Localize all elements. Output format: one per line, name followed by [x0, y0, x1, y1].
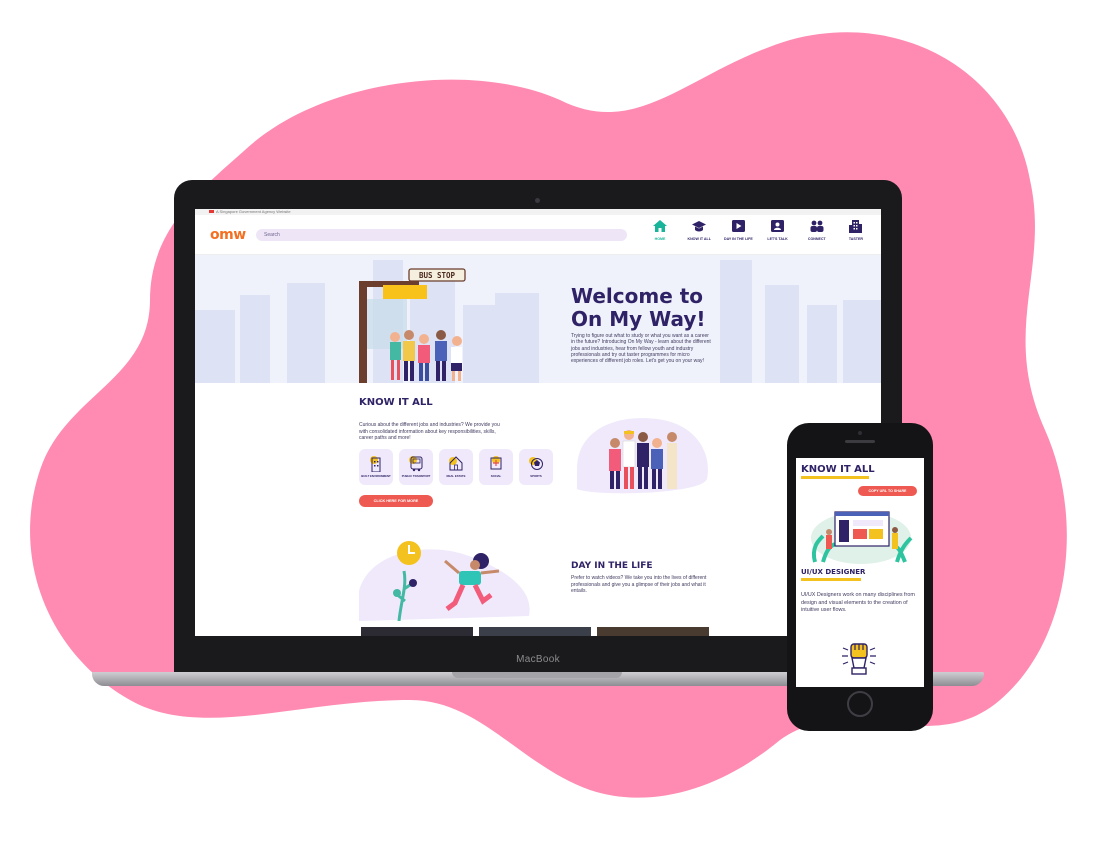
bus-stop-sign-text: BUS STOP	[419, 271, 456, 280]
graduation-cap-icon	[692, 219, 707, 233]
hero-description: Trying to figure out what to study or wh…	[571, 333, 711, 365]
industry-card-social[interactable]: SOCIAL	[479, 449, 513, 485]
hero-banner: BUS STOP Welcome to On My Way! Trying to…	[195, 255, 881, 383]
nav-label: DAY IN THE LIFE	[723, 237, 753, 241]
know-it-all-description: Curious about the different jobs and ind…	[359, 422, 500, 441]
raised-fist-icon	[842, 643, 876, 675]
mockup-stage: A Singapore Government Agency Website om…	[0, 0, 1112, 851]
nav-label: CONNECT	[807, 237, 826, 241]
phone-frame: KNOW IT ALL COPY URL TO SHARE UI/UX DESI…	[787, 423, 933, 731]
nav-item-home[interactable]: HOME	[643, 219, 677, 249]
role-title: UI/UX DESIGNER	[801, 568, 866, 576]
click-here-for-more-button[interactable]: CLICK HERE FOR MORE	[359, 495, 433, 507]
laptop-camera	[535, 198, 540, 203]
ui-designer-illustration	[811, 511, 913, 564]
nav-label: HOME	[654, 237, 666, 241]
phone-speaker	[845, 440, 875, 443]
role-underline	[801, 578, 861, 581]
nav-item-lets-talk[interactable]: LET'S TALK	[761, 219, 795, 249]
bus-icon	[409, 456, 423, 472]
sports-ball-icon	[529, 457, 543, 470]
video-thumbnail[interactable]	[597, 627, 709, 636]
professionals-illustration	[577, 418, 708, 494]
main-nav: HOME KNOW IT ALL DAY IN THE LIFE LET'S T…	[643, 219, 873, 249]
profile-card-icon	[771, 219, 785, 233]
phone-home-button[interactable]	[847, 691, 873, 717]
industry-cards: BUILT ENVIRONMENT PUBLIC TRANSPORT REAL …	[359, 449, 553, 485]
copy-url-button[interactable]: COPY URL TO SHARE	[858, 486, 917, 496]
building-icon	[370, 456, 381, 472]
nav-item-taster[interactable]: TASTER	[839, 219, 873, 249]
buildings-icon	[849, 219, 863, 233]
house-icon	[449, 456, 463, 471]
industry-card-real-estate[interactable]: REAL ESTATE	[439, 449, 473, 485]
day-in-the-life-heading: DAY IN THE LIFE	[571, 561, 653, 571]
nav-item-know-it-all[interactable]: KNOW IT ALL	[682, 219, 716, 249]
video-play-icon	[731, 219, 745, 233]
day-in-the-life-illustration	[359, 541, 530, 621]
nav-item-connect[interactable]: CONNECT	[800, 219, 834, 249]
hero-title: Welcome to On My Way!	[571, 284, 706, 331]
industry-card-public-transport[interactable]: PUBLIC TRANSPORT	[399, 449, 433, 485]
nav-label: KNOW IT ALL	[687, 237, 711, 241]
city-skyline-illustration: BUS STOP	[195, 260, 881, 383]
phone-know-it-all-heading: KNOW IT ALL	[801, 464, 875, 475]
video-thumbnail[interactable]	[361, 627, 473, 636]
industry-card-built-environment[interactable]: BUILT ENVIRONMENT	[359, 449, 393, 485]
phone-screen: KNOW IT ALL COPY URL TO SHARE UI/UX DESI…	[796, 458, 924, 687]
singapore-flag-icon	[209, 210, 214, 214]
nav-label: LET'S TALK	[767, 237, 788, 241]
know-it-all-heading: KNOW IT ALL	[359, 397, 433, 408]
site-header: omw Search HOME KNOW IT ALL DAY IN THE L…	[195, 215, 881, 255]
phone-camera	[858, 431, 862, 435]
video-thumbnail[interactable]	[479, 627, 591, 636]
omw-logo[interactable]: omw	[210, 227, 246, 243]
nav-label: TASTER	[848, 237, 863, 241]
social-icon	[490, 456, 502, 470]
laptop-notch	[452, 672, 622, 678]
day-in-the-life-description: Prefer to watch videos? We take you into…	[571, 575, 707, 594]
laptop-screen: A Singapore Government Agency Website om…	[195, 209, 881, 636]
heading-underline	[801, 476, 869, 479]
role-description: UI/UX Designers work on many disciplines…	[801, 592, 915, 613]
home-icon	[653, 219, 667, 233]
people-icon	[810, 219, 824, 233]
search-input[interactable]: Search	[256, 229, 627, 241]
nav-item-day-in-the-life[interactable]: DAY IN THE LIFE	[721, 219, 755, 249]
industry-card-sports[interactable]: SPORTS	[519, 449, 553, 485]
